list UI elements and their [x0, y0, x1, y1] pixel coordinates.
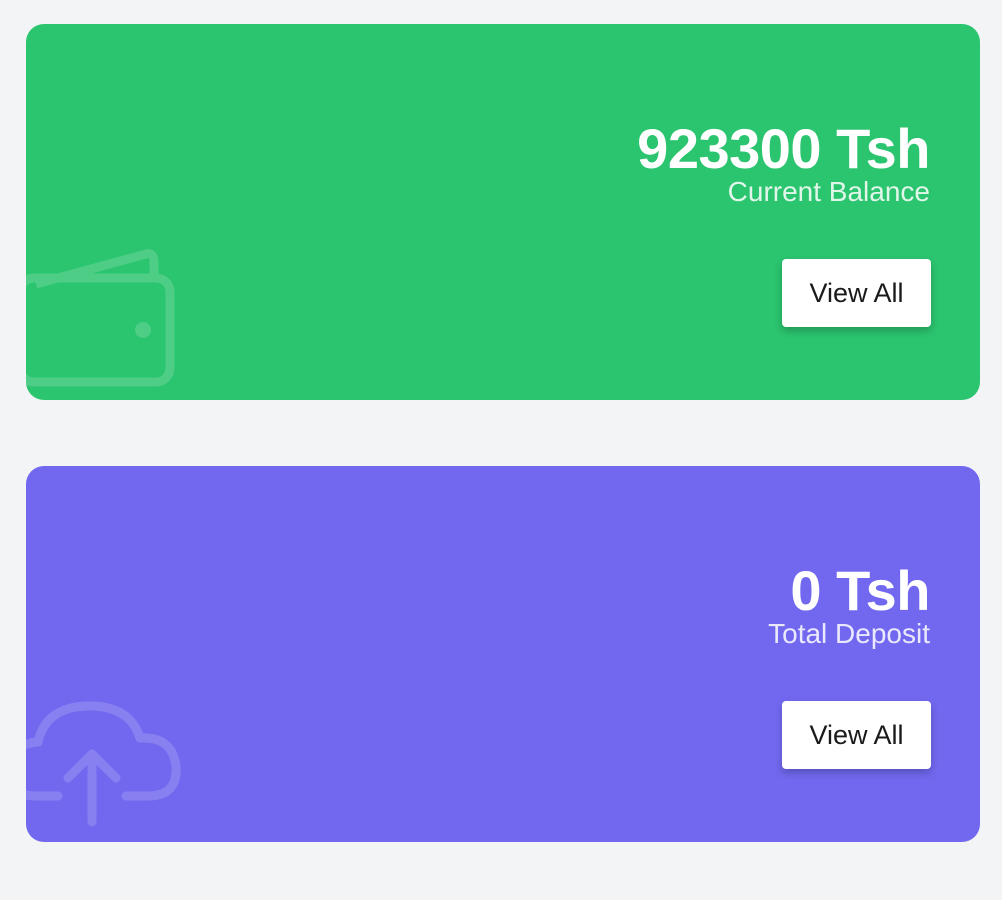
balance-caption: Current Balance	[727, 176, 930, 207]
deposit-caption: Total Deposit	[768, 618, 930, 649]
total-deposit-card: 0 Tsh Total Deposit View All	[26, 466, 980, 842]
current-balance-card: 923300 Tsh Current Balance View All	[26, 24, 980, 400]
view-all-balance-button[interactable]: View All	[782, 259, 931, 327]
balance-amount: 923300 Tsh	[637, 117, 930, 180]
deposit-amount: 0 Tsh	[790, 559, 930, 622]
cloud-upload-icon	[26, 701, 181, 827]
view-all-deposit-button[interactable]: View All	[782, 701, 931, 769]
wallet-icon	[26, 249, 175, 387]
